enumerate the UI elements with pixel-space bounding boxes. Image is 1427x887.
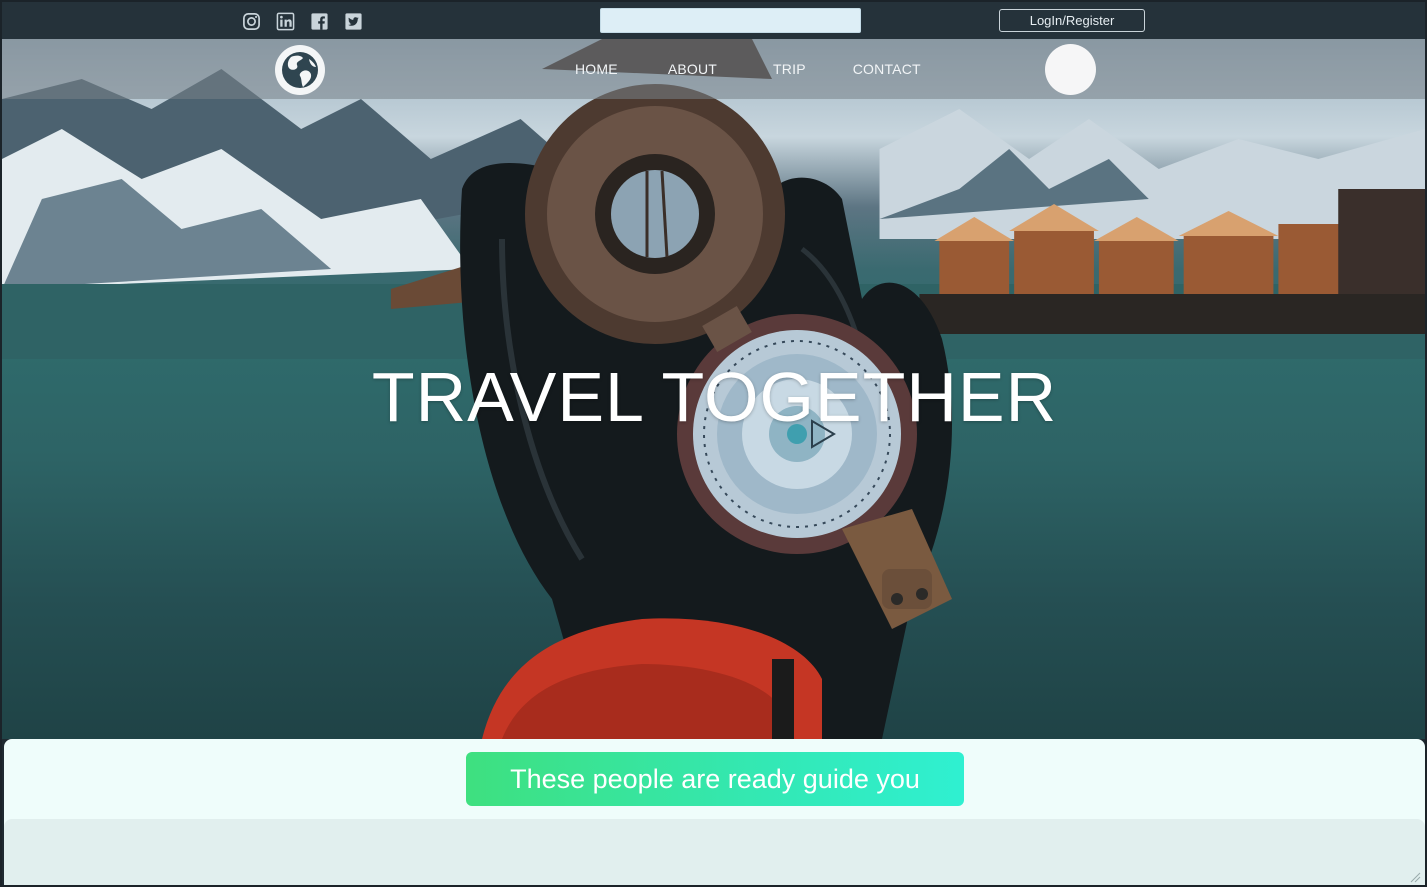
instagram-icon[interactable] [242,12,261,31]
twitter-icon[interactable] [344,12,363,31]
nav-links: HOME ABOUT TRIP CONTACT [575,61,921,77]
search-input[interactable] [600,8,861,33]
nav-link-home[interactable]: HOME [575,61,618,77]
hero-title-text: TRAVEL TOGETHER [371,358,1058,436]
user-avatar[interactable] [1045,44,1096,95]
nav-link-about[interactable]: ABOUT [668,61,717,77]
guide-section: These people are ready guide you [4,739,1425,885]
social-links [242,12,363,31]
resize-grip-icon[interactable] [1409,871,1421,883]
globe-icon[interactable] [275,45,325,95]
linkedin-icon[interactable] [276,12,295,31]
hero-section: HOME ABOUT TRIP CONTACT TRAVEL TOGETHER [2,39,1425,739]
nav-link-contact[interactable]: CONTACT [853,61,921,77]
guide-list-panel [4,819,1425,885]
page-frame: LogIn/Register HOME ABOUT TRIP CONTACT T… [0,0,1427,887]
guide-banner: These people are ready guide you [466,752,964,806]
login-register-button[interactable]: LogIn/Register [999,9,1145,32]
nav-link-trip[interactable]: TRIP [773,61,806,77]
hero-title: TRAVEL TOGETHER [2,357,1425,437]
top-bar: LogIn/Register [2,2,1425,39]
facebook-icon[interactable] [310,12,329,31]
main-navbar: HOME ABOUT TRIP CONTACT [2,39,1425,99]
